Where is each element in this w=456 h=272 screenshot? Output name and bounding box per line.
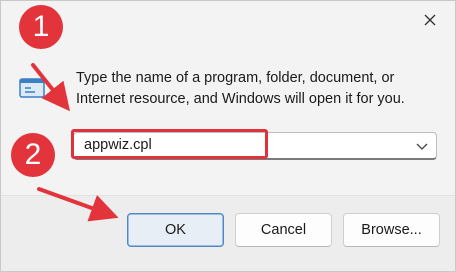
browse-button[interactable]: Browse...	[343, 213, 440, 247]
open-input[interactable]	[84, 137, 404, 153]
close-button[interactable]	[419, 9, 441, 31]
ok-button[interactable]: OK	[127, 213, 224, 247]
step-badge-2: 2	[11, 133, 55, 177]
run-dialog: Type the name of a program, folder, docu…	[0, 0, 456, 272]
step-badge-1: 1	[19, 5, 63, 49]
dialog-description: Type the name of a program, folder, docu…	[76, 70, 405, 107]
open-combobox[interactable]	[73, 132, 437, 160]
cancel-button[interactable]: Cancel	[235, 213, 332, 247]
run-icon	[19, 78, 45, 98]
chevron-down-icon[interactable]	[416, 141, 428, 151]
close-icon	[424, 14, 436, 26]
